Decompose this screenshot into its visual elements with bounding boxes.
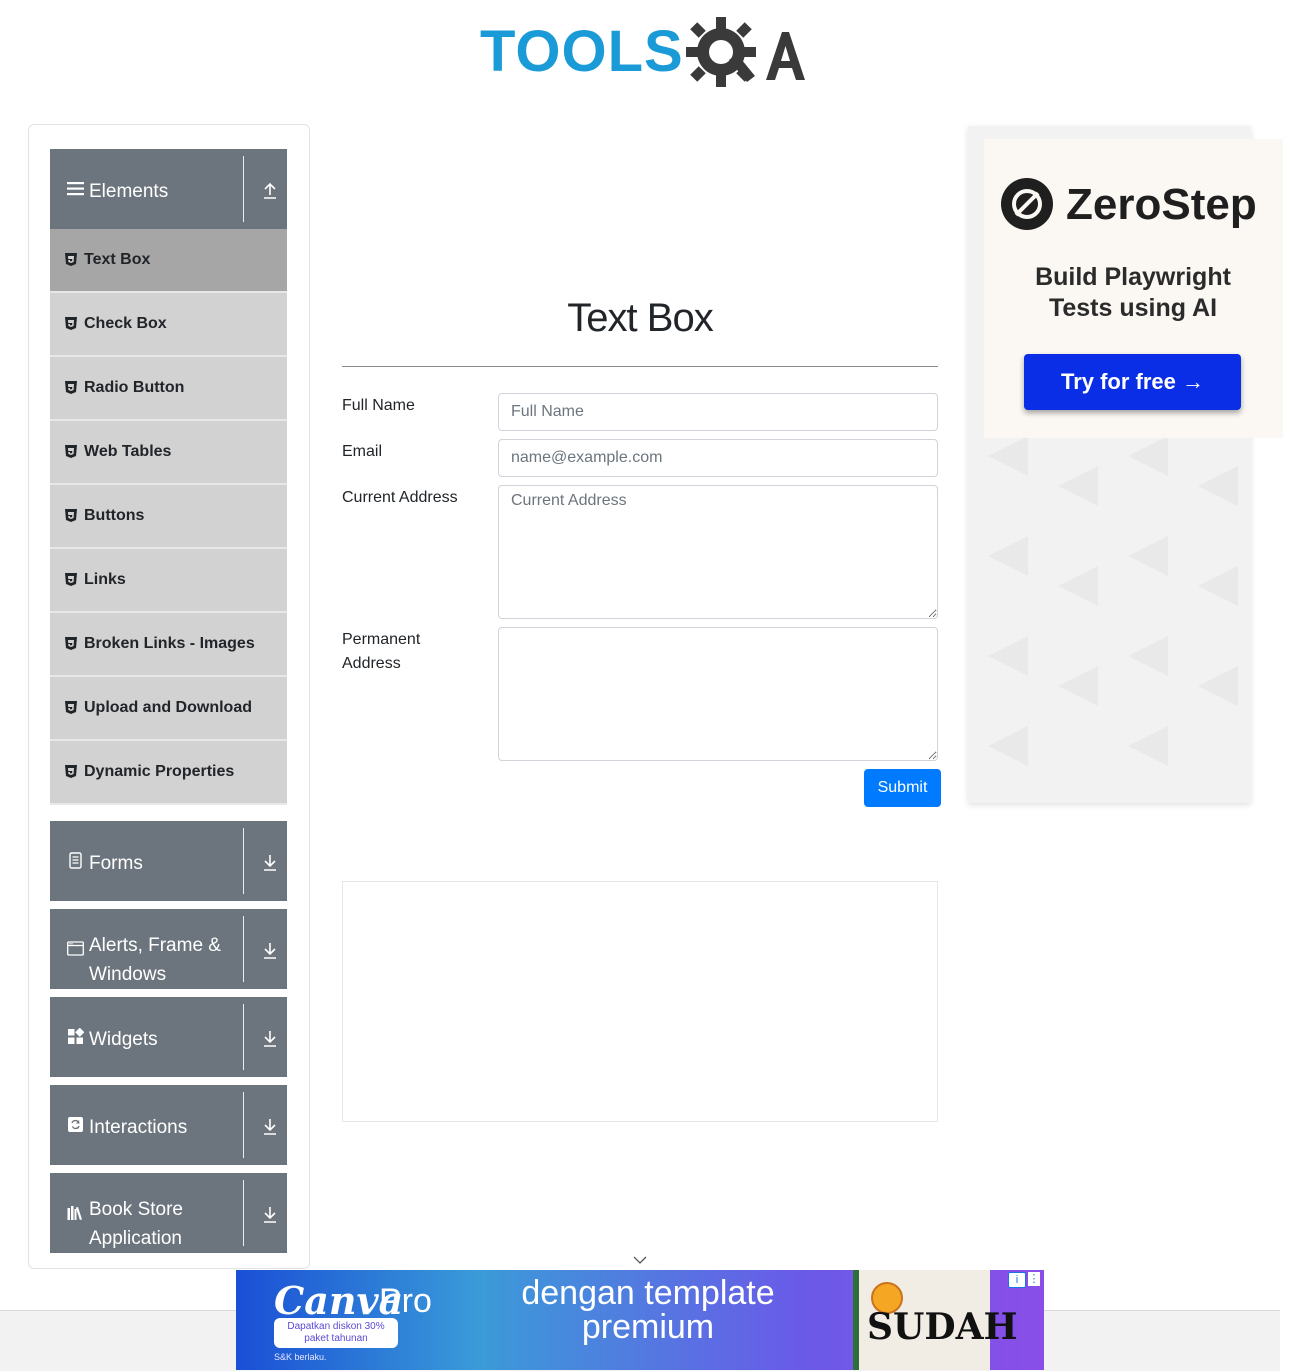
interactions-icon (68, 1117, 83, 1132)
full-name-input[interactable] (498, 393, 938, 431)
expand-arrow-icon[interactable] (262, 1029, 278, 1047)
logo-text: TOOLS (480, 19, 684, 84)
ad-book-image: SUDAH (853, 1270, 1018, 1370)
divider (243, 828, 244, 894)
sidebar-item-label: Upload and Download (84, 699, 252, 716)
canva-pro-label: Pro (379, 1282, 432, 1320)
widgets-icon (68, 1028, 84, 1044)
books-icon (67, 1206, 82, 1221)
zerostep-tagline: Build Playwright Tests using AI (1035, 263, 1231, 322)
divider (243, 1180, 244, 1246)
html5-icon (65, 509, 77, 522)
submit-button[interactable]: Submit (864, 769, 941, 807)
page-title: Text Box (567, 296, 713, 340)
expand-arrow-icon[interactable] (262, 853, 278, 871)
bottom-ad-banner[interactable]: Canva Pro Dapatkan diskon 30% paket tahu… (236, 1270, 1044, 1370)
email-input[interactable] (498, 439, 938, 477)
gear-logo-icon (686, 17, 805, 87)
sidebar-item-label: Radio Button (84, 379, 185, 396)
divider (243, 156, 244, 222)
sidebar-item-buttons[interactable]: Buttons (50, 485, 287, 549)
chevron-down-icon[interactable] (633, 1255, 647, 1265)
window-icon (67, 941, 84, 956)
sidebar-group-elements: Elements Text Box Check Box Radio Button… (50, 149, 287, 805)
html5-icon (65, 445, 77, 458)
output-box (342, 881, 938, 1122)
menu-icon (67, 182, 84, 196)
ad-info-icon[interactable]: i (1008, 1272, 1026, 1288)
expand-arrow-icon[interactable] (262, 1205, 278, 1223)
email-label: Email (342, 443, 383, 460)
form-icon (69, 852, 82, 869)
title-divider (342, 366, 938, 367)
group-header-alerts[interactable]: Alerts, Frame & Windows (50, 909, 287, 989)
sidebar-item-web-tables[interactable]: Web Tables (50, 421, 287, 485)
sidebar-group-widgets: Widgets (50, 997, 287, 1077)
divider (243, 1092, 244, 1158)
permanent-address-label: Permanent Address (342, 631, 421, 672)
collapse-arrow-icon[interactable] (262, 181, 278, 199)
zerostep-logo-icon (1001, 178, 1053, 230)
sidebar-item-label: Links (84, 571, 126, 588)
html5-icon (65, 765, 77, 778)
full-name-label: Full Name (342, 397, 415, 414)
terms-text: S&K berlaku. (274, 1352, 327, 1362)
divider (243, 1004, 244, 1070)
sidebar-item-upload-download[interactable]: Upload and Download (50, 677, 287, 741)
permanent-address-textarea[interactable] (498, 627, 938, 761)
html5-icon (65, 573, 77, 586)
toolsqa-logo[interactable]: TOOLS (480, 14, 810, 94)
group-title: Alerts, Frame & Windows (89, 935, 221, 985)
html5-icon (65, 701, 77, 714)
sidebar-item-broken-links[interactable]: Broken Links - Images (50, 613, 287, 677)
sidebar-group-book-store: Book Store Application (50, 1173, 287, 1253)
group-header-widgets[interactable]: Widgets (50, 997, 287, 1077)
group-header-forms[interactable]: Forms (50, 821, 287, 901)
divider (243, 916, 244, 982)
zerostep-brand: ZeroStep (1066, 180, 1257, 229)
sidebar-group-forms: Forms (50, 821, 287, 901)
sidebar-item-dynamic-properties[interactable]: Dynamic Properties (50, 741, 287, 805)
ad-options-icon[interactable]: ⋮ (1028, 1272, 1040, 1286)
sidebar-group-alerts: Alerts, Frame & Windows (50, 909, 287, 989)
book-title: SUDAH (867, 1306, 1018, 1348)
sidebar: Elements Text Box Check Box Radio Button… (28, 124, 310, 1269)
try-for-free-button[interactable]: Try for free → (1024, 354, 1241, 410)
html5-icon (65, 317, 77, 330)
html5-icon (65, 637, 77, 650)
group-title: Forms (89, 853, 143, 874)
sidebar-item-label: Broken Links - Images (84, 635, 255, 652)
group-title: Book Store Application (89, 1199, 183, 1249)
ad-headline: dengan template premium (521, 1274, 775, 1346)
sidebar-group-interactions: Interactions (50, 1085, 287, 1165)
group-title: Interactions (89, 1117, 188, 1138)
group-title: Elements (89, 181, 169, 202)
group-header-book-store[interactable]: Book Store Application (50, 1173, 287, 1253)
group-header-elements[interactable]: Elements (50, 149, 287, 229)
sidebar-item-label: Check Box (84, 315, 167, 332)
sidebar-item-label: Dynamic Properties (84, 763, 235, 780)
sidebar-item-radio-button[interactable]: Radio Button (50, 357, 287, 421)
sidebar-item-check-box[interactable]: Check Box (50, 293, 287, 357)
sidebar-item-label: Web Tables (84, 443, 172, 460)
current-address-label: Current Address (342, 489, 458, 506)
group-header-interactions[interactable]: Interactions (50, 1085, 287, 1165)
expand-arrow-icon[interactable] (262, 941, 278, 959)
html5-icon (65, 253, 77, 266)
sidebar-item-text-box[interactable]: Text Box (50, 229, 287, 293)
sidebar-item-label: Buttons (84, 507, 145, 524)
sidebar-item-label: Text Box (84, 251, 151, 268)
html5-icon (65, 381, 77, 394)
current-address-textarea[interactable] (498, 485, 938, 619)
expand-arrow-icon[interactable] (262, 1117, 278, 1135)
discount-badge: Dapatkan diskon 30% paket tahunan (274, 1318, 398, 1348)
group-title: Widgets (89, 1029, 158, 1050)
sidebar-item-links[interactable]: Links (50, 549, 287, 613)
